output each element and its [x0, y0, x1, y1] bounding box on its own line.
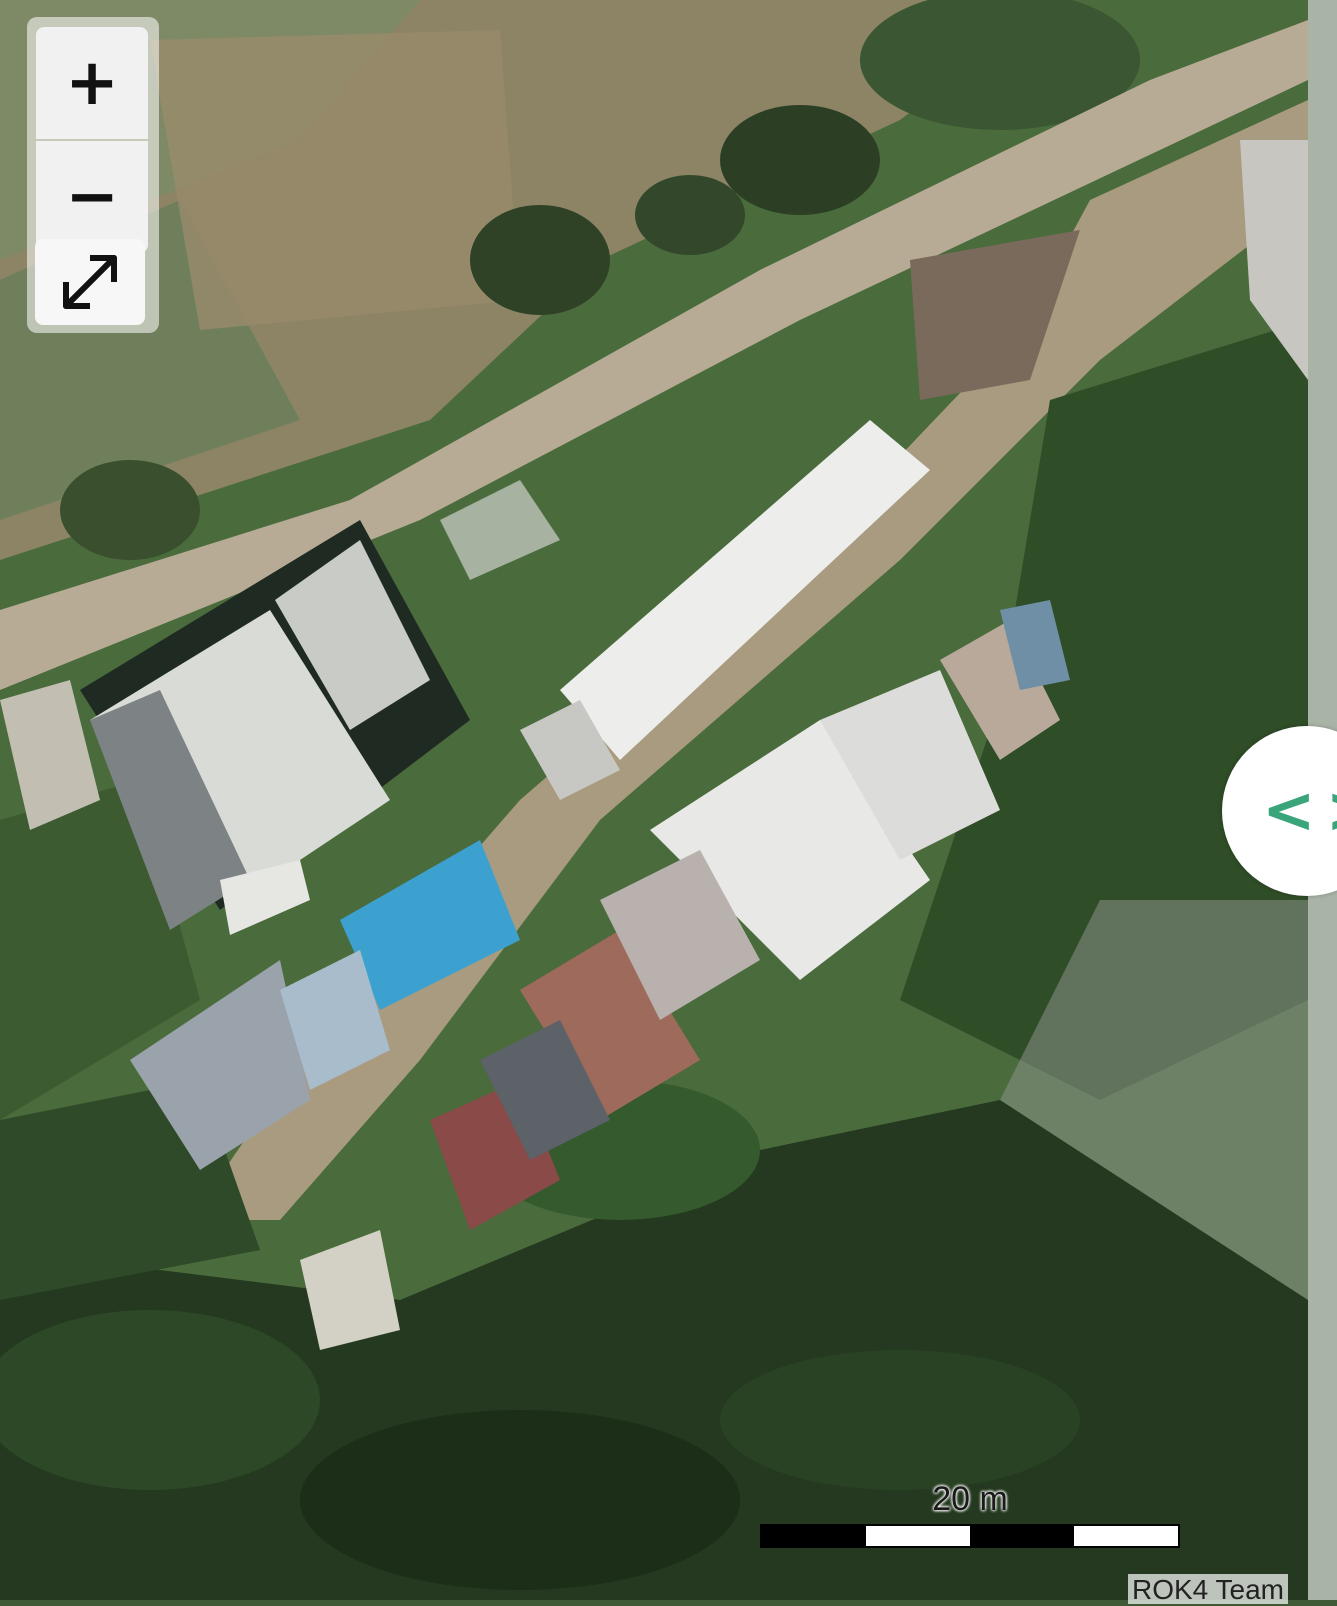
- zoom-in-button[interactable]: +: [36, 27, 148, 139]
- scale-segment: [970, 1526, 1074, 1546]
- scale-bar: [760, 1524, 1180, 1548]
- scale-segment: [1074, 1526, 1178, 1546]
- scale-segment: [866, 1526, 970, 1546]
- zoom-out-button[interactable]: −: [36, 141, 148, 253]
- fullscreen-button[interactable]: [35, 239, 145, 325]
- compare-slider-icon: <>: [1262, 774, 1337, 848]
- scale-segment: [762, 1526, 866, 1546]
- aerial-imagery: [0, 0, 1308, 1600]
- map-controls: + −: [27, 17, 159, 333]
- scale-label: 20 m: [932, 1480, 1008, 1518]
- aerial-map[interactable]: [0, 0, 1308, 1600]
- expand-arrows-icon: [63, 255, 117, 309]
